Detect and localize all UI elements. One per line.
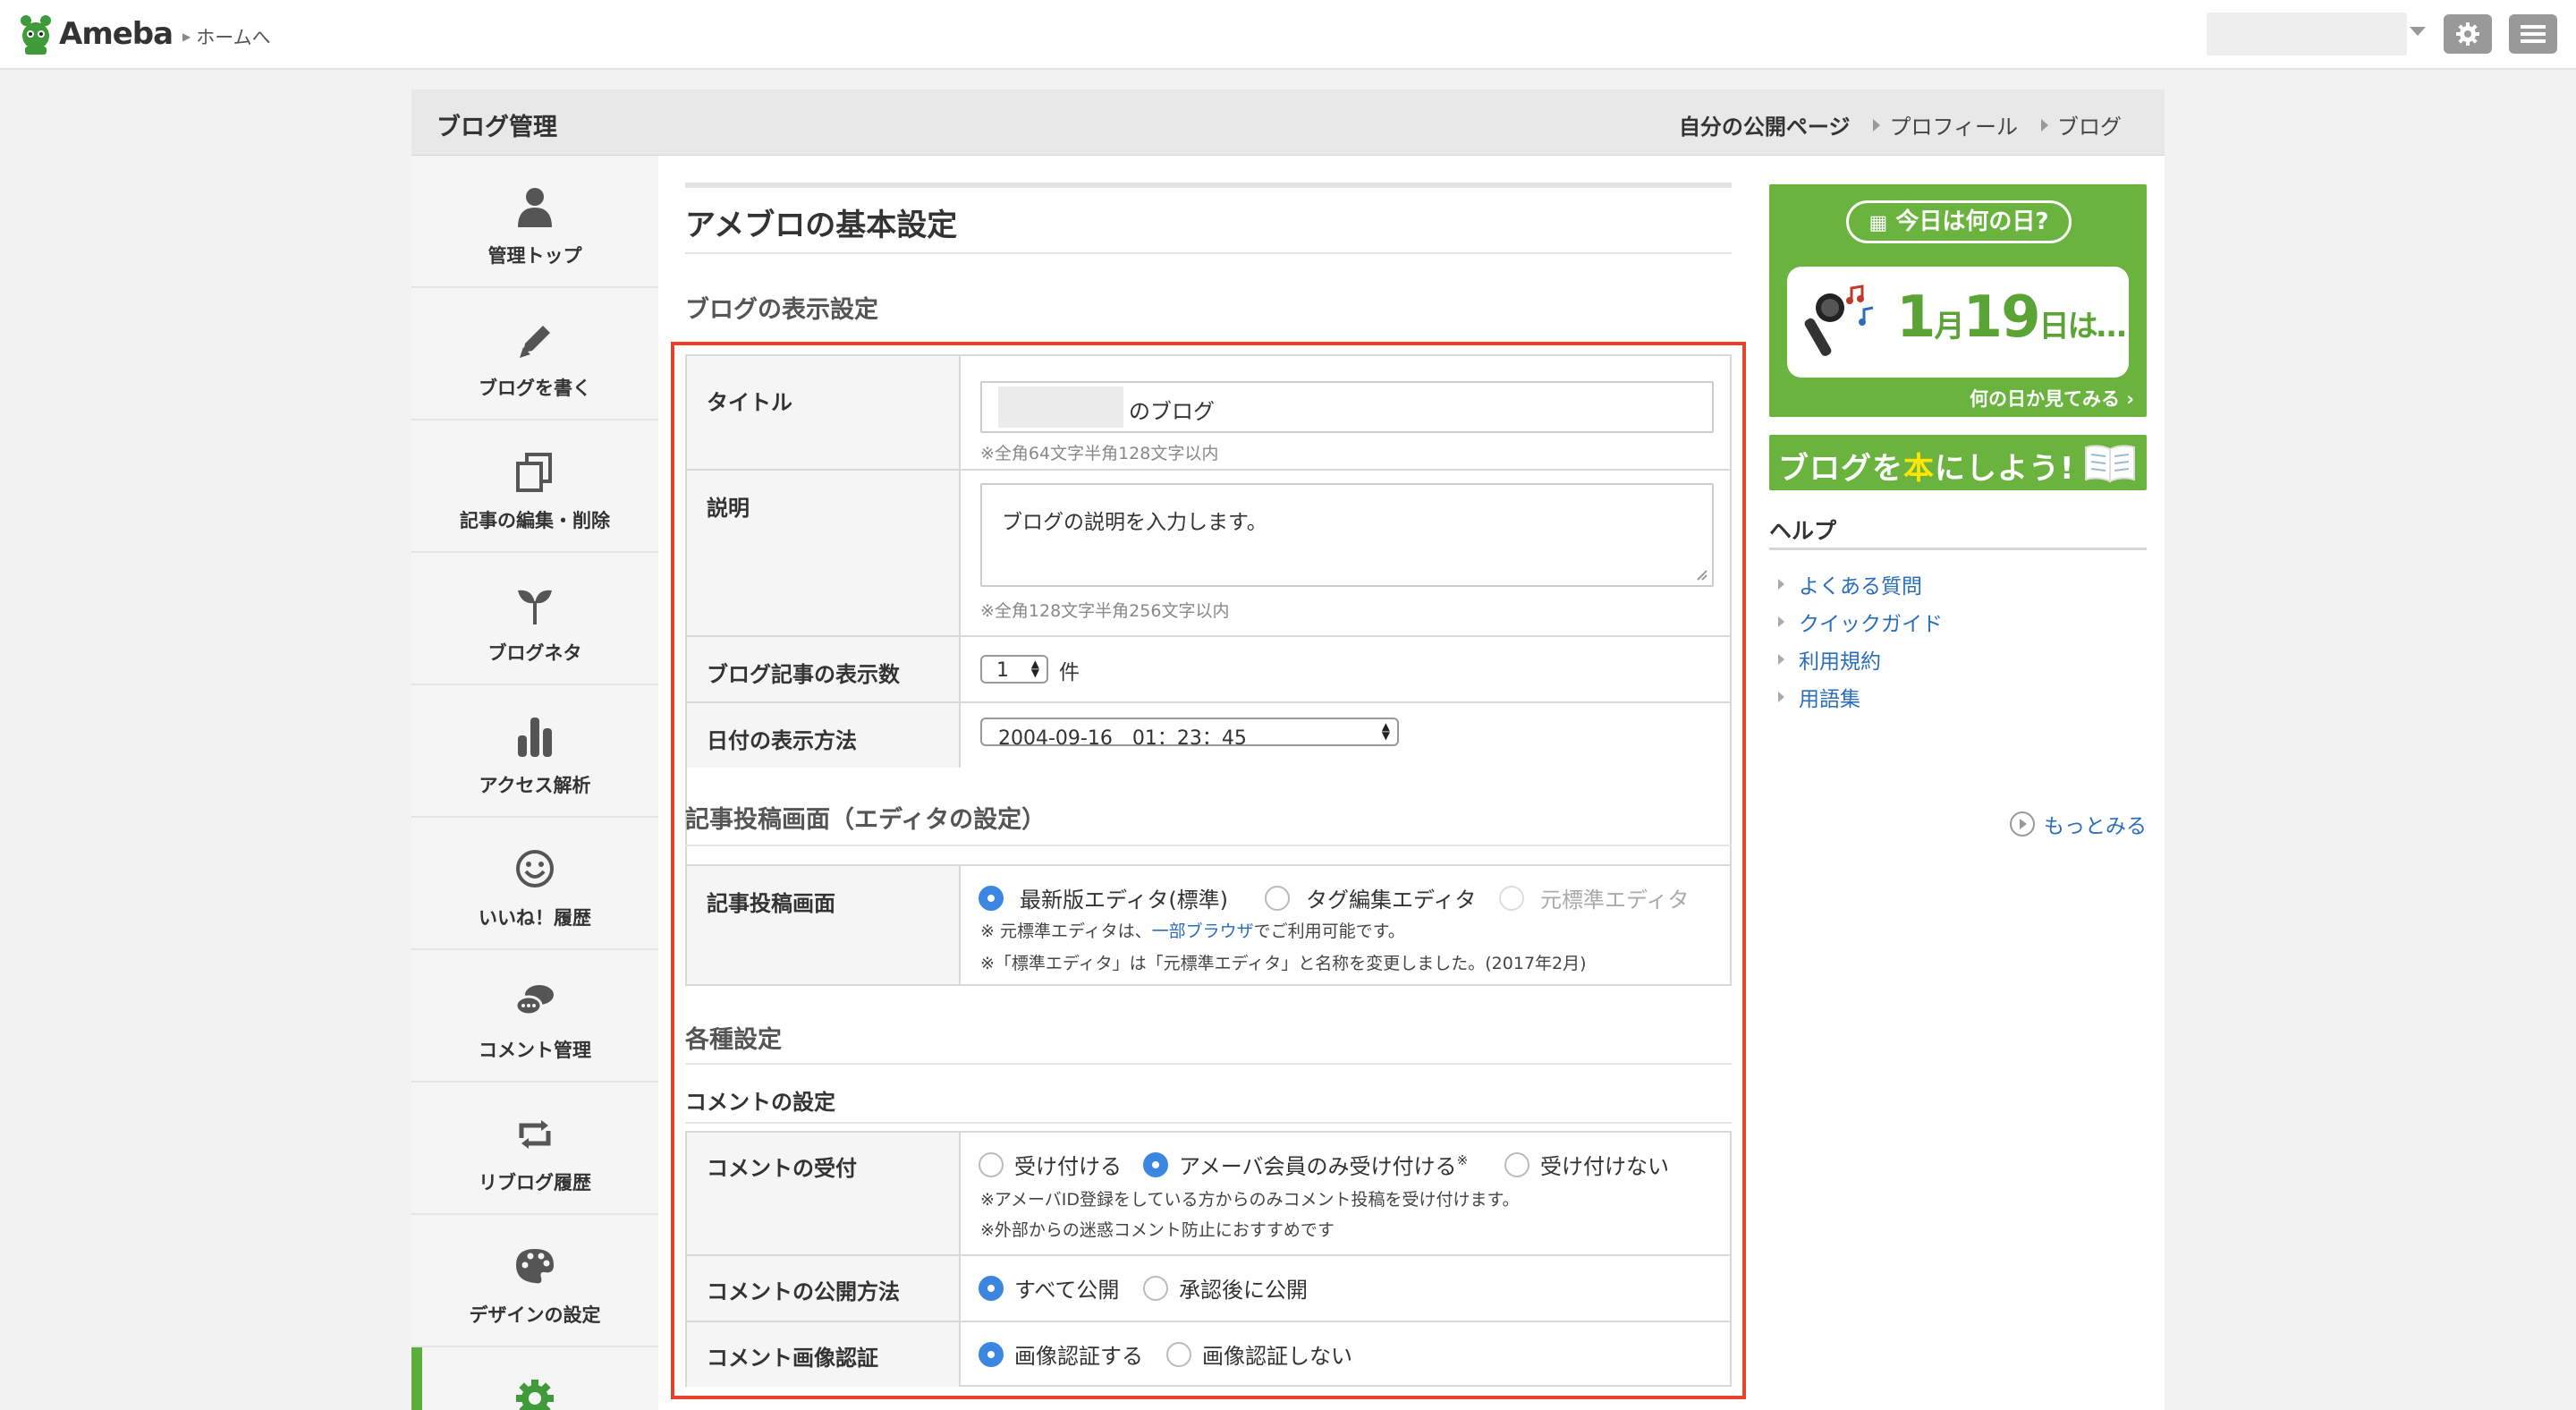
sidebar-item-label: アクセス解析	[479, 775, 591, 796]
sprout-icon	[518, 590, 552, 624]
chevron-right-icon: ›	[2126, 388, 2134, 410]
date-month: 1	[1896, 285, 1936, 351]
sidebar-item-label: いいね！履歴	[479, 907, 591, 929]
sidebar-item-label: ブログを書く	[479, 378, 591, 399]
help-link-label: 用語集	[1799, 688, 1860, 711]
help-link-terms[interactable]: 利用規約	[1778, 644, 1881, 675]
book-banner[interactable]: ブログを本にしよう!	[1769, 435, 2147, 490]
today-banner[interactable]: ▦ 今日は何の日? 1月19日は… 何の日か見てみる ›	[1769, 184, 2147, 417]
today-date: 1月19日は…	[1896, 285, 2127, 351]
more-link[interactable]: もっとみる	[2010, 809, 2147, 839]
sidebar-item-admin-top[interactable]: 管理トップ	[411, 156, 658, 288]
help-title: ヘルプ	[1769, 518, 1837, 544]
sidebar-item-settings[interactable]	[411, 1347, 658, 1410]
person-icon	[518, 188, 552, 227]
menu-icon	[2521, 25, 2546, 43]
sidebar-item-label: コメント管理	[479, 1040, 591, 1061]
profile-link-label: プロフィール	[1889, 115, 2018, 140]
date-day: 19	[1962, 285, 2041, 351]
triangle-right-icon	[1778, 654, 1784, 665]
today-card: 1月19日は…	[1787, 267, 2129, 378]
sidebar-item-likes[interactable]: いいね！履歴	[411, 818, 658, 950]
blog-link[interactable]: ブログ	[2041, 109, 2122, 140]
today-pill: ▦ 今日は何の日?	[1846, 200, 2072, 243]
microphone-icon	[1804, 285, 1874, 356]
home-link-label: ホームへ	[196, 27, 271, 48]
today-link[interactable]: 何の日か見てみる ›	[1970, 385, 2134, 412]
book-banner-highlight: 本	[1903, 451, 1935, 487]
bar-chart-icon	[518, 718, 552, 757]
speech-bubbles-icon	[514, 985, 554, 1016]
more-link-label: もっとみる	[2044, 815, 2147, 838]
triangle-right-icon	[1873, 118, 1881, 132]
divider	[685, 252, 1732, 254]
sidebar-item-write[interactable]: ブログを書く	[411, 288, 658, 420]
home-link[interactable]: ▶ ホームへ	[182, 23, 271, 50]
help-link-quick-guide[interactable]: クイックガイド	[1778, 607, 1943, 637]
help-link-label: クイックガイド	[1799, 613, 1943, 636]
gear-icon	[2456, 22, 2479, 46]
today-link-label: 何の日か見てみる	[1970, 388, 2121, 410]
frame-links: 自分の公開ページ プロフィール ブログ	[1679, 109, 2122, 140]
today-pill-text: 今日は何の日?	[1895, 208, 2049, 235]
chevron-down-icon[interactable]	[2410, 27, 2426, 36]
book-icon	[2085, 445, 2135, 483]
triangle-right-icon	[1778, 579, 1784, 590]
sidebar-item-analytics[interactable]: アクセス解析	[411, 685, 658, 818]
highlight-box	[671, 342, 1746, 1399]
book-banner-text-pre: ブログを	[1778, 451, 1903, 487]
date-day-unit: 日は…	[2038, 309, 2127, 344]
section-heading-display: ブログの表示設定	[685, 296, 878, 324]
play-circle-icon	[2010, 811, 2035, 837]
triangle-right-icon	[1778, 616, 1784, 627]
sidebar-item-design[interactable]: デザインの設定	[411, 1215, 658, 1347]
date-month-unit: 月	[1934, 309, 1965, 344]
sidebar-item-reblog[interactable]: リブログ履歴	[411, 1083, 658, 1215]
gear-icon	[516, 1380, 554, 1410]
ameba-mascot-icon	[21, 15, 51, 55]
pencil-icon	[520, 326, 550, 358]
triangle-right-icon: ▶	[182, 30, 191, 43]
documents-icon	[516, 453, 552, 492]
triangle-right-icon	[1778, 692, 1784, 702]
help-link-label: 利用規約	[1799, 650, 1881, 674]
sidebar-item-label: 記事の編集・削除	[460, 510, 610, 531]
smiley-icon	[516, 850, 554, 888]
reblog-icon	[519, 1120, 551, 1149]
settings-button[interactable]	[2444, 14, 2492, 54]
help-link-faq[interactable]: よくある質問	[1778, 569, 1922, 599]
sidebar-item-comments[interactable]: コメント管理	[411, 950, 658, 1083]
public-page-link[interactable]: 自分の公開ページ	[1679, 109, 1851, 140]
sidebar: 管理トップ ブログを書く 記事の編集・削除 ブログネタ アクセス解析 いいね！履…	[411, 156, 658, 1410]
blog-link-label: ブログ	[2057, 115, 2122, 140]
triangle-right-icon	[2041, 118, 2048, 132]
sidebar-item-label: リブログ履歴	[479, 1172, 591, 1193]
book-banner-text-post: にしよう!	[1935, 451, 2075, 487]
menu-button[interactable]	[2509, 14, 2557, 54]
logo-text: Ameba	[59, 16, 174, 52]
page-title: アメブロの基本設定	[685, 208, 958, 243]
user-selector[interactable]	[2207, 13, 2407, 55]
top-bar: Ameba ▶ ホームへ	[0, 0, 2576, 70]
sidebar-item-label: 管理トップ	[487, 245, 582, 267]
profile-link[interactable]: プロフィール	[1873, 109, 2018, 140]
book-banner-text: ブログを本にしよう!	[1778, 444, 2075, 488]
sidebar-item-label: デザインの設定	[469, 1304, 601, 1326]
calendar-icon: ▦	[1868, 212, 1888, 234]
ameba-logo[interactable]: Ameba	[16, 13, 174, 55]
help-link-glossary[interactable]: 用語集	[1778, 682, 1860, 712]
sidebar-item-edit[interactable]: 記事の編集・削除	[411, 420, 658, 553]
frame-title: ブログ管理	[436, 114, 557, 141]
help-link-label: よくある質問	[1799, 575, 1922, 599]
divider	[1769, 548, 2147, 550]
sidebar-item-label: ブログネタ	[487, 642, 582, 664]
sidebar-item-blog-neta[interactable]: ブログネタ	[411, 553, 658, 685]
palette-icon	[516, 1249, 554, 1284]
divider	[685, 183, 1732, 188]
frame-header: ブログ管理 自分の公開ページ プロフィール ブログ	[411, 89, 2165, 156]
